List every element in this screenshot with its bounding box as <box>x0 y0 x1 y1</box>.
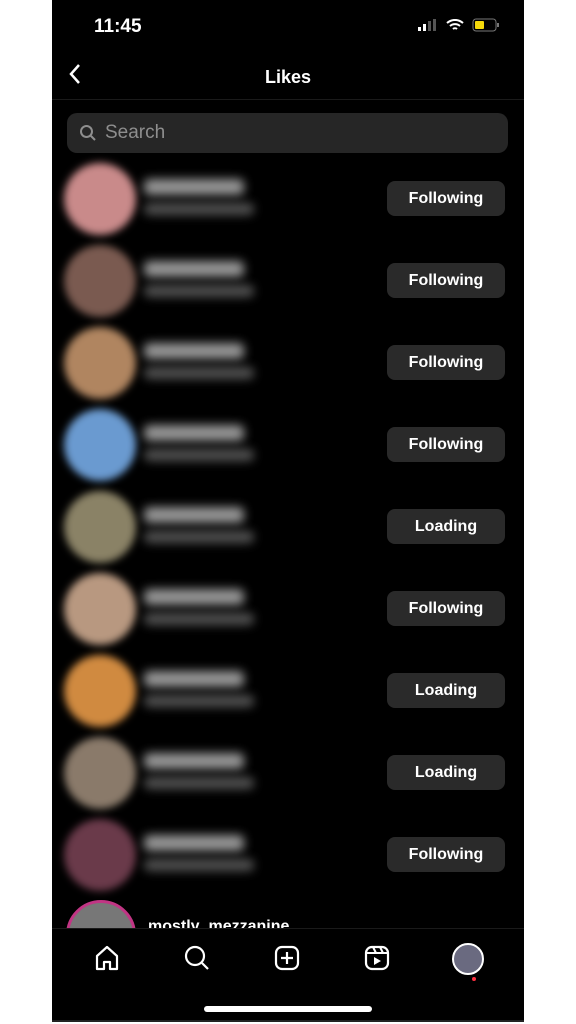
avatar[interactable] <box>64 409 136 481</box>
username-blurred[interactable] <box>144 671 244 687</box>
list-item[interactable]: Following <box>52 567 524 649</box>
username-blurred[interactable] <box>144 261 244 277</box>
reels-icon[interactable] <box>362 943 392 973</box>
username-blurred[interactable] <box>144 589 244 605</box>
fullname-blurred <box>144 777 254 789</box>
likes-list: Following Following Following Following Load… <box>52 157 524 895</box>
bottom-nav <box>52 928 524 1020</box>
header: Likes <box>52 52 524 100</box>
username-blurred[interactable] <box>144 343 244 359</box>
follow-status-button[interactable]: Following <box>387 427 505 462</box>
avatar[interactable] <box>64 655 136 727</box>
username-blurred[interactable] <box>144 507 244 523</box>
username-blurred[interactable] <box>144 425 244 441</box>
home-indicator[interactable] <box>204 1006 372 1012</box>
username-blurred[interactable] <box>144 179 244 195</box>
fullname-blurred <box>144 285 254 297</box>
list-item[interactable]: Following <box>52 403 524 485</box>
fullname-blurred <box>144 859 254 871</box>
list-item[interactable]: Loading <box>52 649 524 731</box>
fullname-blurred <box>144 613 254 625</box>
avatar[interactable] <box>64 163 136 235</box>
avatar[interactable] <box>64 327 136 399</box>
avatar[interactable] <box>64 573 136 645</box>
search-placeholder: Search <box>105 122 166 143</box>
username-blurred[interactable] <box>144 753 244 769</box>
home-icon[interactable] <box>92 943 122 973</box>
fullname-blurred <box>144 531 254 543</box>
battery-icon <box>472 18 499 32</box>
follow-status-button[interactable]: Loading <box>387 509 505 544</box>
page-title: Likes <box>264 67 312 87</box>
fullname-blurred <box>144 367 254 379</box>
search-input[interactable]: Search <box>67 113 508 153</box>
avatar[interactable] <box>64 737 136 809</box>
username-blurred[interactable] <box>144 835 244 851</box>
avatar[interactable] <box>64 819 136 891</box>
notification-dot <box>472 977 476 981</box>
follow-status-button[interactable]: Following <box>387 837 505 872</box>
follow-status-button[interactable]: Loading <box>387 673 505 708</box>
fullname-blurred <box>144 449 254 461</box>
follow-status-button[interactable]: Following <box>387 181 505 216</box>
search-icon <box>80 125 96 141</box>
follow-status-button[interactable]: Following <box>387 263 505 298</box>
status-bar: 11:45 <box>52 0 524 52</box>
follow-status-button[interactable]: Following <box>387 591 505 626</box>
follow-status-button[interactable]: Following <box>387 345 505 380</box>
avatar[interactable] <box>64 491 136 563</box>
avatar[interactable] <box>64 245 136 317</box>
list-item[interactable]: Following <box>52 157 524 239</box>
phone-screen: 11:45 Likes Search Following Following Fol… <box>52 0 524 1022</box>
list-item[interactable]: Loading <box>52 485 524 567</box>
status-time: 11:45 <box>94 16 142 37</box>
list-item[interactable]: Loading <box>52 731 524 813</box>
list-item[interactable]: Following <box>52 239 524 321</box>
search-nav-icon[interactable] <box>182 943 212 973</box>
list-item[interactable]: Following <box>52 321 524 403</box>
fullname-blurred <box>144 203 254 215</box>
signal-icon <box>418 19 436 31</box>
list-item[interactable]: Following <box>52 813 524 895</box>
create-post-icon[interactable] <box>272 943 302 973</box>
follow-status-button[interactable]: Loading <box>387 755 505 790</box>
profile-avatar[interactable] <box>452 943 484 975</box>
wifi-icon <box>446 18 464 30</box>
fullname-blurred <box>144 695 254 707</box>
